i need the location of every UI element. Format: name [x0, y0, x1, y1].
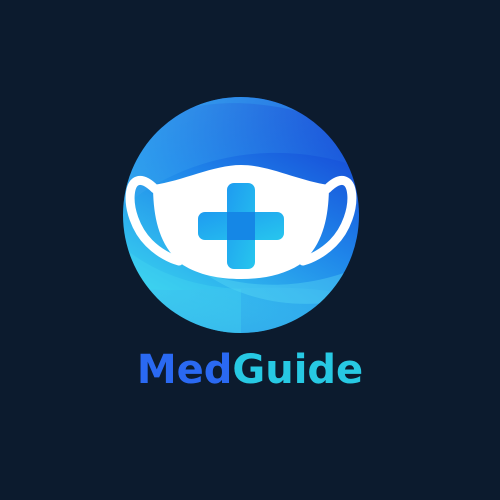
page: MedGuide: [0, 0, 500, 500]
brand-name-part-2: Guide: [232, 347, 364, 393]
face-mask-icon: [123, 97, 359, 333]
logo-emblem: [123, 97, 359, 333]
brand-name-part-1: Med: [136, 347, 233, 393]
brand-wordmark: MedGuide: [0, 342, 500, 398]
